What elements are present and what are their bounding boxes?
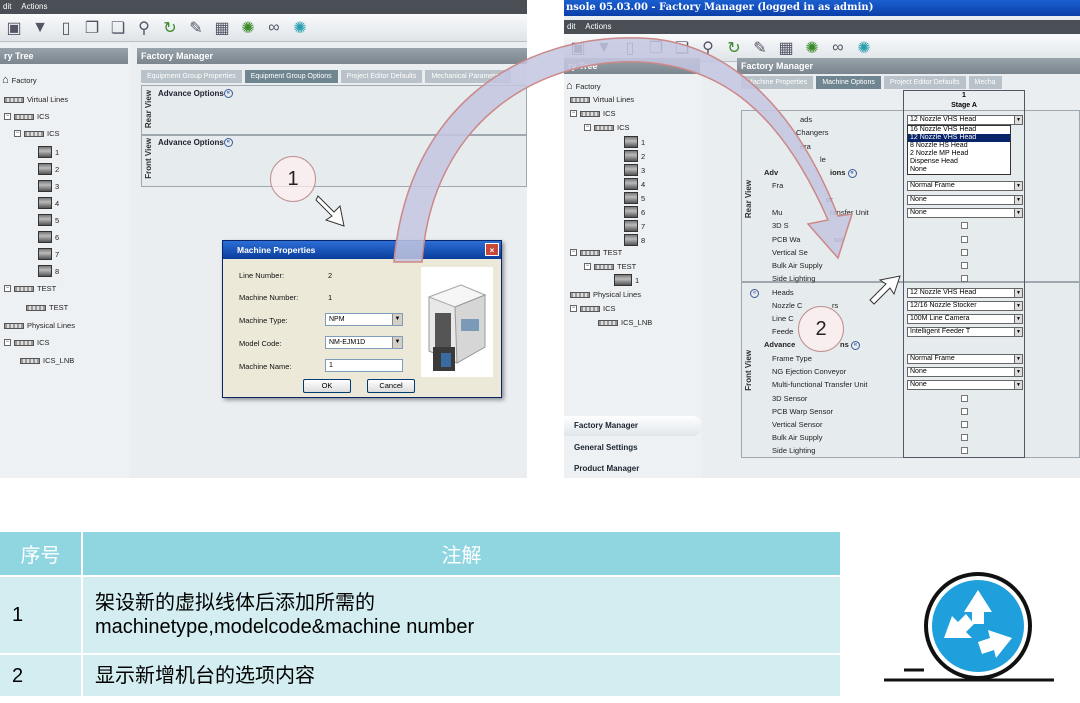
callout-2: 2 [798, 306, 844, 352]
row-note: 显示新增机台的选项内容 [82, 653, 842, 696]
row-note: 架设新的虚拟线体后添加所需的 machinetype,modelcode&mac… [82, 575, 842, 654]
row-number: 2 [0, 653, 83, 696]
row-note-line: 显示新增机台的选项内容 [95, 664, 315, 687]
callout-1: 1 [270, 156, 316, 202]
pointer-arrow-2-icon [869, 275, 901, 305]
table-row: 2 显示新增机台的选项内容 [0, 653, 842, 696]
curved-arrow-icon [393, 37, 854, 263]
connector-arrow [315, 37, 901, 305]
row-note-line: machinetype,modelcode&machine number [95, 616, 475, 638]
row-note-line: 架设新的虚拟线体后添加所需的 [95, 592, 375, 614]
table-row: 1 架设新的虚拟线体后添加所需的 machinetype,modelcode&m… [0, 575, 842, 654]
table-header-row: 序号 注解 [0, 532, 842, 576]
header-number: 序号 [0, 532, 83, 576]
row-number: 1 [0, 575, 83, 654]
recycle-logo [884, 572, 1054, 682]
pointer-arrow-1-icon [315, 195, 345, 227]
notes-table: 序号 注解 1 架设新的虚拟线体后添加所需的 machinetype,model… [0, 532, 842, 696]
header-note: 注解 [82, 532, 842, 576]
